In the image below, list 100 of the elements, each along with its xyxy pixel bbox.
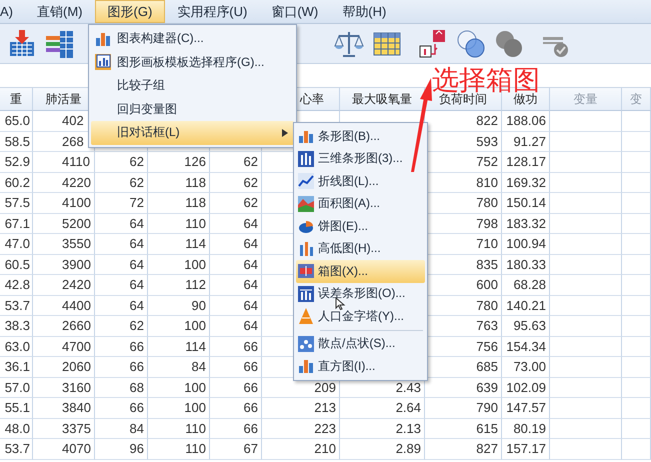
menu-item[interactable]: 面积图(A)... bbox=[296, 192, 425, 215]
table-cell: 140.21 bbox=[502, 296, 550, 316]
table-cell: 60.5 bbox=[0, 254, 33, 275]
column-header[interactable]: 重 bbox=[0, 88, 33, 111]
menu-item[interactable]: 条形图(B)... bbox=[296, 125, 425, 148]
table-cell: 4100 bbox=[33, 193, 95, 214]
table-cell: 169.32 bbox=[502, 172, 550, 193]
chart-icon bbox=[298, 308, 314, 324]
menu-item[interactable]: 误差条形图(O)... bbox=[296, 282, 425, 305]
column-header[interactable]: 最大吸氧量 bbox=[340, 88, 425, 111]
menu-item[interactable]: 折线图(L)... bbox=[296, 170, 425, 192]
menu-item[interactable]: 箱图(X)... bbox=[296, 260, 425, 282]
table-cell: 112 bbox=[148, 275, 210, 296]
menu-item[interactable]: 帮助(H) bbox=[330, 0, 398, 23]
table-cell: 48.0 bbox=[0, 418, 33, 439]
menu-item[interactable]: 人口金字塔(Y)... bbox=[296, 305, 425, 328]
table-cell: 64 bbox=[210, 214, 262, 234]
table-cell: 4220 bbox=[33, 172, 95, 193]
table-cell: 66 bbox=[210, 336, 262, 357]
table-cell: 57.0 bbox=[0, 378, 33, 398]
chart-icon bbox=[298, 240, 314, 257]
table-cell: 68 bbox=[95, 378, 148, 398]
table-cell: 4110 bbox=[33, 152, 95, 172]
table-cell: 62 bbox=[210, 152, 262, 172]
table-cell: 64 bbox=[210, 316, 262, 336]
table-cell: 790 bbox=[425, 398, 502, 418]
table-cell: 4070 bbox=[33, 439, 95, 460]
menu-item[interactable]: 高低图(H)... bbox=[296, 238, 425, 260]
table-cell: 64 bbox=[95, 275, 148, 296]
table-cell: 95.63 bbox=[502, 316, 550, 336]
menu-item[interactable]: 三维条形图(3)... bbox=[296, 148, 425, 170]
menu-item[interactable]: A) bbox=[0, 0, 25, 23]
table-cell: 62 bbox=[210, 193, 262, 214]
table-cell: 38.3 bbox=[0, 316, 33, 336]
table-cell: 62 bbox=[95, 316, 148, 336]
menu-item[interactable]: 图形(G) bbox=[94, 0, 166, 23]
table-cell: 2660 bbox=[33, 316, 95, 336]
table-cell: 62 bbox=[210, 172, 262, 193]
chart-icon bbox=[298, 358, 314, 374]
table-cell: 64 bbox=[210, 296, 262, 316]
chart-icon bbox=[298, 128, 314, 144]
menu-item[interactable]: 图形画板模板选择程序(G)... bbox=[91, 50, 294, 74]
table-cell: 66 bbox=[210, 378, 262, 398]
menu-item[interactable]: 实用程序(U) bbox=[165, 0, 260, 23]
table-cell: 64 bbox=[95, 214, 148, 234]
table-cell: 63.0 bbox=[0, 336, 33, 357]
table-cell: 64 bbox=[95, 254, 148, 275]
menu-item[interactable]: 饼图(E)... bbox=[296, 215, 425, 238]
table-cell: 64 bbox=[210, 254, 262, 275]
chart-icon bbox=[298, 218, 314, 234]
table-cell: 3840 bbox=[33, 398, 95, 418]
table-cell: 84 bbox=[148, 357, 210, 378]
mouse-cursor-icon bbox=[336, 296, 346, 310]
table-cell: 213 bbox=[262, 398, 340, 418]
menu-item[interactable]: 窗口(W) bbox=[259, 0, 330, 23]
table-cell: 62 bbox=[95, 172, 148, 193]
chart-icon bbox=[95, 54, 111, 70]
table-cell: 147.57 bbox=[502, 398, 550, 418]
table-cell: 118 bbox=[148, 193, 210, 214]
table-cell: 100.94 bbox=[502, 234, 550, 254]
table-cell: 80.19 bbox=[502, 418, 550, 439]
table-cell: 96 bbox=[95, 439, 148, 460]
table-cell: 3160 bbox=[33, 378, 95, 398]
menu-item[interactable]: 直销(M) bbox=[25, 0, 94, 23]
menu-item[interactable]: 图表构建器(C)... bbox=[91, 27, 294, 50]
table-cell: 150.14 bbox=[502, 193, 550, 214]
table-cell: 5200 bbox=[33, 214, 95, 234]
table-cell: 3550 bbox=[33, 234, 95, 254]
table-cell: 114 bbox=[148, 234, 210, 254]
table-cell: 128.17 bbox=[502, 152, 550, 172]
chart-icon bbox=[298, 336, 314, 352]
table-cell: 2420 bbox=[33, 275, 95, 296]
table-cell: 42.8 bbox=[0, 275, 33, 296]
table-cell: 110 bbox=[148, 418, 210, 439]
table-cell: 114 bbox=[148, 336, 210, 357]
table-cell: 73.00 bbox=[502, 357, 550, 378]
table-cell: 36.1 bbox=[0, 357, 33, 378]
table-cell: 65.0 bbox=[0, 111, 33, 132]
table-cell: 47.0 bbox=[0, 234, 33, 254]
table-cell: 55.1 bbox=[0, 398, 33, 418]
venn-circles-icon[interactable] bbox=[455, 28, 487, 60]
table-cell: 53.7 bbox=[0, 296, 33, 316]
chart-icon bbox=[298, 286, 314, 302]
table-cell: 68.28 bbox=[502, 275, 550, 296]
table-cell: 154.34 bbox=[502, 336, 550, 357]
menu-item[interactable]: 散点/点状(S)... bbox=[296, 332, 425, 355]
chart-icon bbox=[298, 173, 314, 190]
table-cell: 64 bbox=[210, 234, 262, 254]
table-cell: 183.32 bbox=[502, 214, 550, 234]
table-cell: 2.13 bbox=[340, 418, 425, 439]
table-cell: 53.7 bbox=[0, 439, 33, 460]
table-cell: 3375 bbox=[33, 418, 95, 439]
table-cell: 64 bbox=[210, 275, 262, 296]
table-cell: 100 bbox=[148, 316, 210, 336]
table-cell: 4700 bbox=[33, 336, 95, 357]
table-cell: 100 bbox=[148, 254, 210, 275]
table-cell: 2.89 bbox=[340, 439, 425, 460]
menu-item[interactable]: 直方图(I)... bbox=[296, 355, 425, 378]
table-cell: 157.17 bbox=[502, 439, 550, 460]
menu-item[interactable]: 旧对话框(L) bbox=[91, 121, 294, 144]
